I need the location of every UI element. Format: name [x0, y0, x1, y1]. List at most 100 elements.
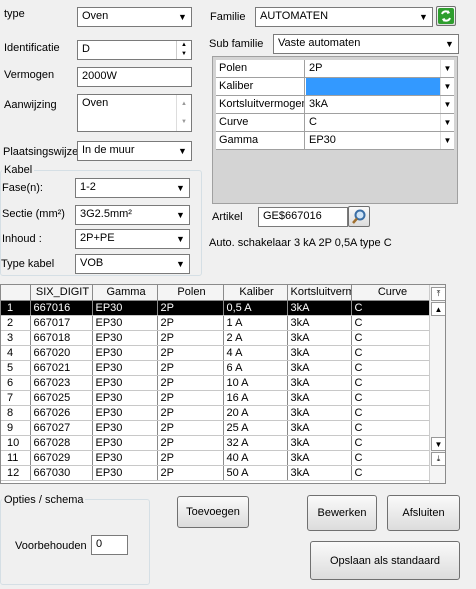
chevron-down-icon[interactable]: ▼ [440, 114, 454, 131]
search-button[interactable] [348, 206, 370, 227]
property-row[interactable]: Gamma EP30 ▼ [216, 132, 454, 150]
table-row[interactable]: 11 667029 EP30 2P 40 A 3kA C [1, 450, 432, 466]
chevron-down-icon[interactable]: ▼ [415, 8, 432, 26]
property-name: Curve [216, 114, 305, 131]
table-cell: C [351, 315, 432, 331]
chevron-down-icon[interactable]: ▼ [440, 60, 454, 77]
chevron-down-icon[interactable]: ▼ [172, 255, 189, 273]
type-kabel-combo[interactable]: VOB ▼ [75, 254, 190, 274]
table-cell: 2P [157, 330, 224, 346]
table-row[interactable]: 9 667027 EP30 2P 25 A 3kA C [1, 420, 432, 436]
sectie-combo[interactable]: 3G2.5mm² ▼ [75, 205, 190, 225]
row-number: 11 [1, 450, 31, 466]
table-row[interactable]: 6 667023 EP30 2P 10 A 3kA C [1, 375, 432, 391]
sub-familie-combo[interactable]: Vaste automaten ▼ [273, 34, 459, 54]
scroll-up-icon[interactable]: ▲ [431, 302, 445, 316]
artikel-label: Artikel [212, 211, 243, 223]
column-header[interactable]: Polen [157, 285, 224, 301]
chevron-down-icon[interactable]: ▼ [172, 206, 189, 224]
article-table-wrapper: SIX_DIGIT Gamma Polen Kaliber Kortsluitverm C… [0, 284, 446, 484]
column-header[interactable]: SIX_DIGIT [30, 285, 93, 301]
fase-value: 1-2 [80, 181, 96, 193]
chevron-down-icon[interactable]: ▼ [172, 230, 189, 248]
table-row[interactable]: 4 667020 EP30 2P 4 A 3kA C [1, 345, 432, 361]
chevron-down-icon[interactable]: ▼ [440, 132, 454, 149]
property-value[interactable] [306, 78, 454, 95]
textarea-scrollbar[interactable]: ▲ ▼ [176, 95, 191, 131]
type-combo[interactable]: Oven ▼ [77, 7, 192, 27]
artikel-input[interactable]: GE$667016 [258, 207, 348, 227]
property-value[interactable]: 3kA [306, 96, 454, 113]
table-cell: EP30 [92, 360, 158, 376]
afsluiten-button[interactable]: Afsluiten [387, 495, 460, 531]
table-row[interactable]: 2 667017 EP30 2P 1 A 3kA C [1, 315, 432, 331]
table-cell: 3kA [287, 360, 352, 376]
type-kabel-value: VOB [80, 257, 104, 269]
type-kabel-label: Type kabel [1, 258, 55, 270]
table-cell: 667029 [30, 450, 93, 466]
column-header[interactable]: Kaliber [223, 285, 288, 301]
table-cell: 667018 [30, 330, 93, 346]
table-cell: C [351, 420, 432, 436]
refresh-button[interactable] [436, 6, 456, 26]
table-row[interactable]: 3 667018 EP30 2P 2 A 3kA C [1, 330, 432, 346]
table-cell: C [351, 435, 432, 451]
toevoegen-button[interactable]: Toevoegen [177, 496, 249, 528]
table-cell: EP30 [92, 330, 158, 346]
table-row[interactable]: 7 667025 EP30 2P 16 A 3kA C [1, 390, 432, 406]
table-row[interactable]: 5 667021 EP30 2P 6 A 3kA C [1, 360, 432, 376]
table-cell: 667026 [30, 405, 93, 421]
inhoud-combo[interactable]: 2P+PE ▼ [75, 229, 190, 249]
row-number: 12 [1, 465, 31, 481]
refresh-icon [438, 8, 454, 24]
table-cell: 2P [157, 435, 224, 451]
table-scrollbar[interactable]: ⤒ ▲ ▼ ⤓ [429, 285, 445, 483]
scroll-bottom-icon[interactable]: ⤓ [431, 452, 445, 466]
spin-buttons[interactable]: ▲ ▼ [176, 41, 191, 59]
aanwijzing-value: Oven [82, 97, 109, 109]
scroll-down-icon[interactable]: ▼ [431, 437, 445, 451]
property-row[interactable]: Polen 2P ▼ [216, 60, 454, 78]
column-header[interactable]: Gamma [92, 285, 158, 301]
chevron-down-icon[interactable]: ▼ [172, 179, 189, 197]
table-cell: 667020 [30, 345, 93, 361]
property-row[interactable]: Kaliber ▼ [216, 78, 454, 96]
property-row[interactable]: Curve C ▼ [216, 114, 454, 132]
table-cell: 3kA [287, 375, 352, 391]
opties-legend: Opties / schema [2, 493, 86, 507]
table-row[interactable]: 1 667016 EP30 2P 0,5 A 3kA C [1, 300, 432, 316]
table-row[interactable]: 10 667028 EP30 2P 32 A 3kA C [1, 435, 432, 451]
column-header[interactable]: Kortsluitverm [287, 285, 352, 301]
chevron-down-icon[interactable]: ▼ [174, 8, 191, 26]
chevron-down-icon[interactable]: ▼ [440, 96, 454, 113]
familie-combo[interactable]: AUTOMATEN ▼ [255, 7, 433, 27]
plaatsingswijze-combo[interactable]: In de muur ▼ [77, 141, 192, 161]
property-value[interactable]: 2P [306, 60, 454, 77]
vermogen-input[interactable]: 2000W [77, 67, 192, 87]
row-number: 3 [1, 330, 31, 346]
row-number: 4 [1, 345, 31, 361]
bewerken-button[interactable]: Bewerken [307, 495, 377, 531]
voorbehouden-input[interactable]: 0 [91, 535, 128, 555]
chevron-down-icon[interactable]: ▼ [440, 78, 454, 95]
chevron-down-icon[interactable]: ▼ [174, 142, 191, 160]
column-header[interactable]: Curve [351, 285, 432, 301]
fase-combo[interactable]: 1-2 ▼ [75, 178, 190, 198]
table-row[interactable]: 8 667026 EP30 2P 20 A 3kA C [1, 405, 432, 421]
artikel-value: GE$667016 [263, 210, 322, 222]
property-value[interactable]: C [306, 114, 454, 131]
aanwijzing-textarea[interactable]: Oven ▲ ▼ [77, 94, 192, 132]
property-row[interactable]: Kortsluitvermogen 3kA ▼ [216, 96, 454, 114]
table-cell: C [351, 450, 432, 466]
chevron-down-icon[interactable]: ▼ [441, 35, 458, 53]
artikel-description: Auto. schakelaar 3 kA 2P 0,5A type C [209, 237, 392, 249]
table-cell: C [351, 300, 432, 316]
table-cell: 20 A [223, 405, 288, 421]
property-value[interactable]: EP30 [306, 132, 454, 149]
table-row[interactable]: 12 667030 EP30 2P 50 A 3kA C [1, 465, 432, 481]
identificatie-spinner[interactable]: D ▲ ▼ [77, 40, 192, 60]
opslaan-standaard-button[interactable]: Opslaan als standaard [310, 541, 460, 580]
fase-label: Fase(n): [2, 182, 43, 194]
table-cell: 50 A [223, 465, 288, 481]
scroll-top-icon[interactable]: ⤒ [431, 287, 445, 301]
